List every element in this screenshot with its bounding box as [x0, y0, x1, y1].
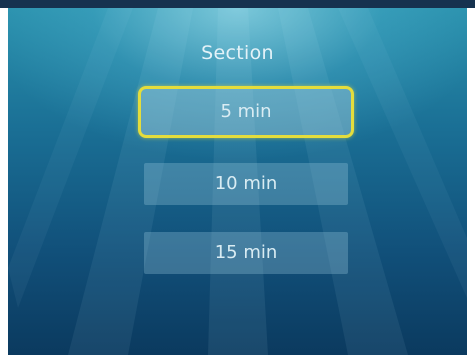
top-border-bar: [0, 0, 475, 8]
menu-title: Section: [201, 42, 274, 64]
option-15-min-button[interactable]: 15 min: [144, 232, 348, 274]
option-10-min-button[interactable]: 10 min: [144, 163, 348, 205]
option-5-min-button[interactable]: 5 min: [138, 86, 354, 138]
menu-screen: Section 5 min 10 min 15 min: [8, 8, 467, 355]
